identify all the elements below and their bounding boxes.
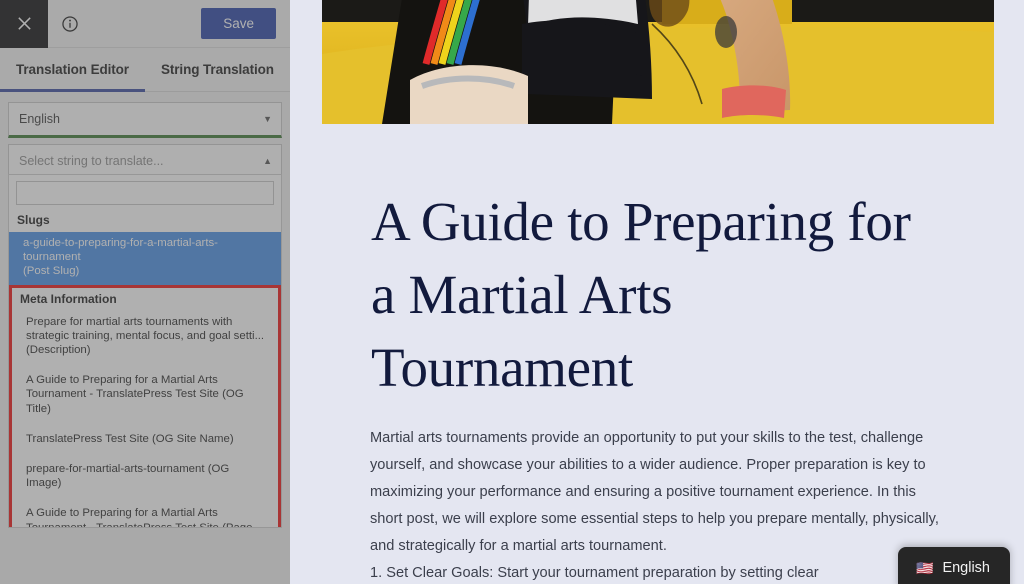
sidebar-header: Save — [0, 0, 290, 48]
close-glyph — [17, 17, 31, 30]
editor-workspace: Save Translation Editor String Translati… — [0, 0, 1024, 584]
translation-editor-sidebar: Save Translation Editor String Translati… — [0, 0, 290, 584]
tab-string-translation[interactable]: String Translation — [145, 48, 290, 91]
dropdown-option-og-title[interactable]: A Guide to Preparing for a Martial Arts … — [12, 369, 278, 420]
dropdown-group-slugs: Slugs a-guide-to-preparing-for-a-martial… — [9, 210, 281, 285]
option-text: a-guide-to-preparing-for-a-martial-arts-… — [23, 237, 218, 264]
info-glyph — [62, 15, 78, 32]
dropdown-search-wrap — [9, 175, 281, 210]
dropdown-group-meta-information: Meta Information Prepare for martial art… — [9, 284, 281, 528]
dropdown-option-og-site-name[interactable]: TranslatePress Test Site (OG Site Name) — [12, 428, 278, 450]
list-item: 1. Set Clear Goals: Start your tournamen… — [370, 565, 819, 581]
string-select-placeholder: Select string to translate... — [19, 154, 164, 168]
sidebar-body: English ▼ Select string to translate... … — [0, 92, 290, 178]
dropdown-option-description[interactable]: Prepare for martial arts tournaments wit… — [12, 311, 278, 362]
intro-paragraph: Martial arts tournaments provide an oppo… — [370, 430, 939, 554]
chevron-down-icon: ▼ — [263, 114, 272, 124]
save-button[interactable]: Save — [201, 7, 276, 40]
group-label-meta-information: Meta Information — [20, 291, 117, 306]
hero-image: UBU — [322, 0, 994, 124]
option-subtext: (OG Site Name) — [152, 432, 234, 445]
option-subtext: (Description) — [26, 344, 91, 357]
close-icon[interactable] — [0, 0, 48, 48]
preview-page: UBU — [298, 0, 1016, 584]
dropdown-search-input[interactable] — [16, 181, 274, 205]
string-select[interactable]: Select string to translate... ▲ — [8, 144, 282, 178]
group-label-slugs: Slugs — [17, 213, 50, 227]
martial-arts-fighter-photo: UBU — [322, 0, 994, 124]
dropdown-option-post-slug[interactable]: a-guide-to-preparing-for-a-martial-arts-… — [9, 232, 281, 285]
option-subtext: (Post Slug) — [23, 265, 80, 278]
language-select-value: English — [19, 112, 60, 126]
steps-list: 1. Set Clear Goals: Start your tournamen… — [370, 560, 970, 584]
info-icon[interactable] — [48, 0, 92, 48]
option-text: A Guide to Preparing for a Martial Arts … — [26, 374, 219, 401]
tab-translation-editor[interactable]: Translation Editor — [0, 48, 145, 92]
site-preview-frame: UBU — [290, 0, 1024, 584]
option-text: TranslatePress Test Site — [26, 432, 149, 445]
chevron-up-icon: ▲ — [263, 156, 272, 166]
option-text: A Guide to Preparing for a Martial Arts … — [26, 507, 219, 528]
option-text: Prepare for martial arts tournaments wit… — [26, 315, 265, 342]
language-select[interactable]: English ▼ — [8, 102, 282, 138]
language-switcher[interactable]: 🇺🇸 English — [898, 547, 1010, 584]
dropdown-option-page-title[interactable]: A Guide to Preparing for a Martial Arts … — [12, 502, 278, 528]
option-text: prepare-for-martial-arts-tournament — [26, 463, 205, 476]
string-select-dropdown: Slugs a-guide-to-preparing-for-a-martial… — [8, 174, 282, 528]
language-switcher-label: English — [942, 560, 990, 576]
sidebar-tabs: Translation Editor String Translation — [0, 48, 290, 92]
dropdown-option-og-image[interactable]: prepare-for-martial-arts-tournament (OG … — [12, 458, 278, 494]
page-title: A Guide to Preparing for a Martial Arts … — [371, 191, 911, 398]
us-flag-icon: 🇺🇸 — [916, 560, 934, 576]
